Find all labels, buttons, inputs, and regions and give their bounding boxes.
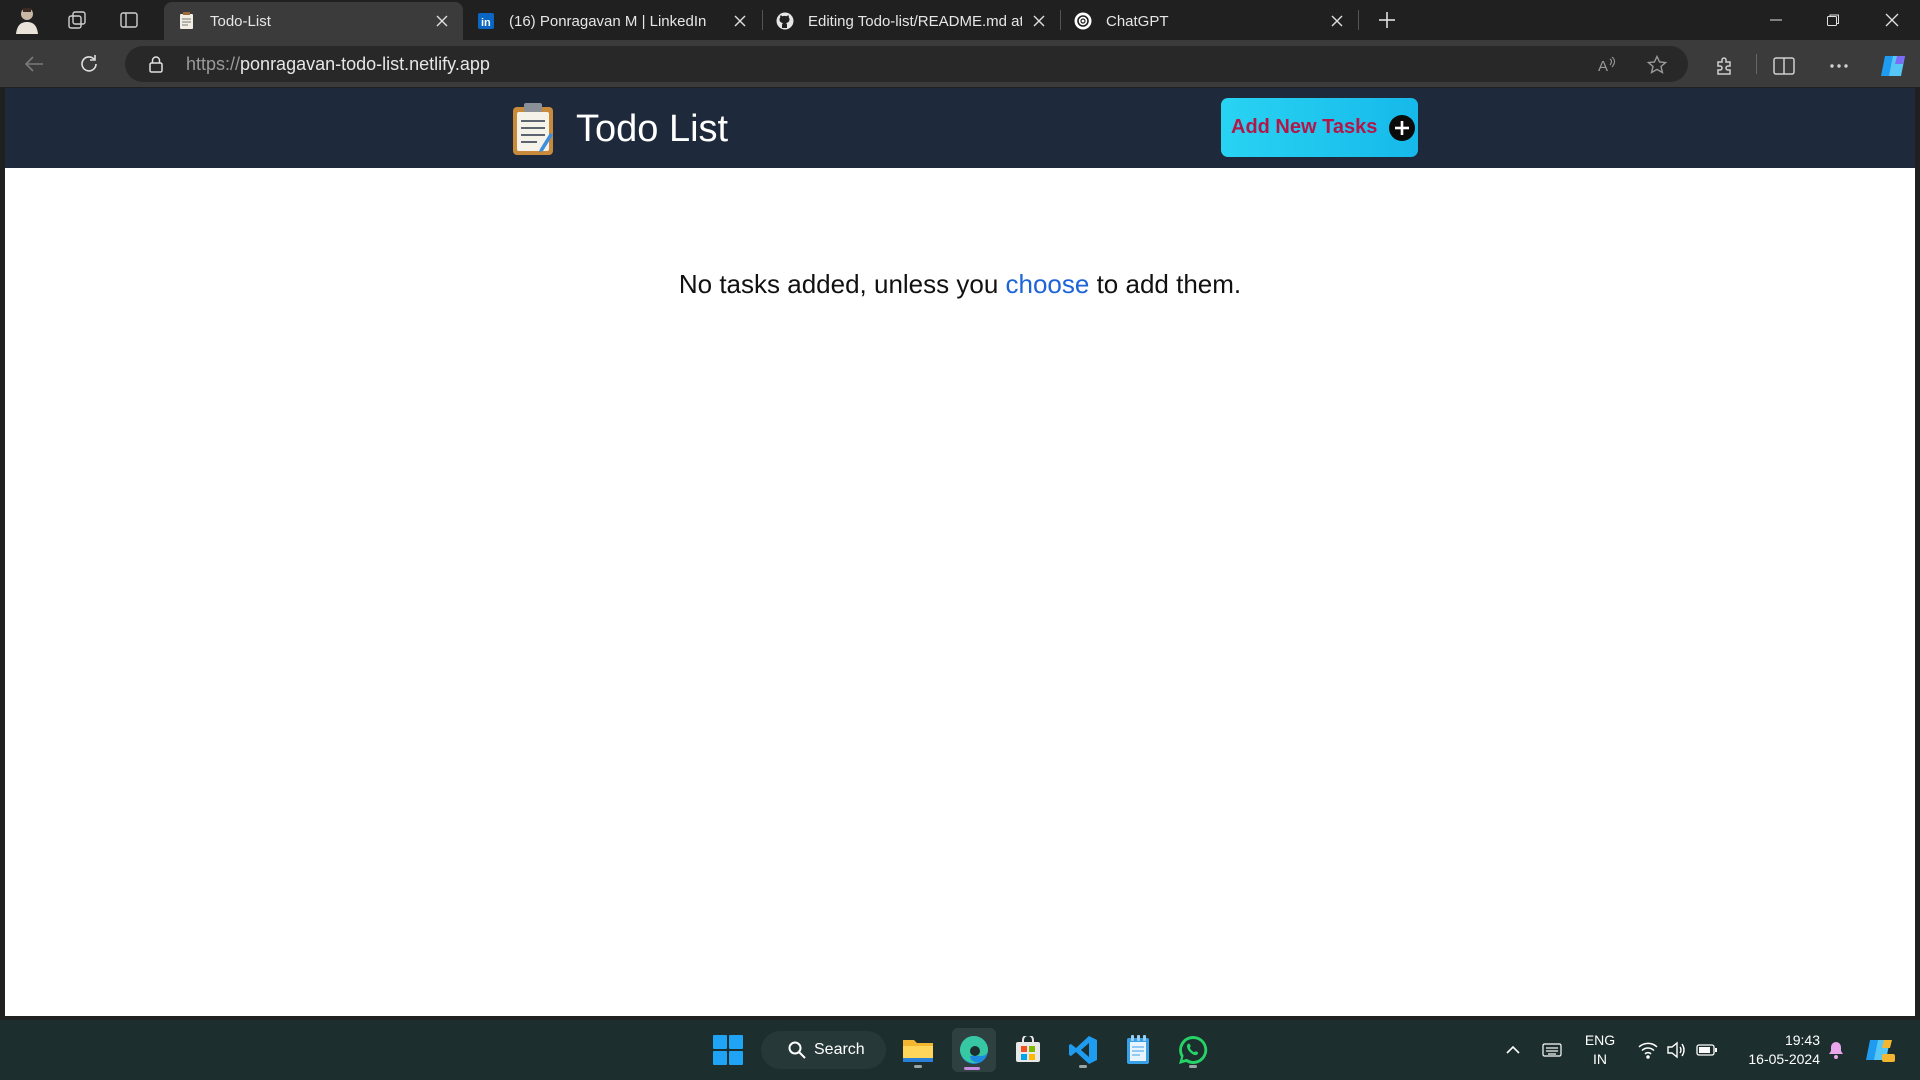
url-scheme: https:// [186, 54, 241, 74]
more-options-icon[interactable] [1827, 54, 1851, 78]
vertical-tabs-icon[interactable] [112, 4, 146, 36]
extensions-icon[interactable] [1713, 54, 1737, 78]
close-tab-icon[interactable] [731, 12, 749, 30]
windows-start-icon[interactable] [708, 1030, 748, 1070]
read-aloud-icon[interactable]: A [1597, 55, 1617, 75]
chatgpt-icon [1074, 12, 1092, 30]
profile-avatar[interactable] [10, 4, 44, 36]
empty-message-text: to add them. [1089, 269, 1242, 299]
linkedin-icon: in [477, 12, 495, 30]
tab-title: Todo-List [210, 12, 271, 30]
copilot-icon[interactable] [1879, 51, 1909, 81]
github-icon [776, 12, 794, 30]
browser-tab-bar: Todo-List in (16) Ponragavan M | LinkedI… [0, 0, 1920, 40]
active-indicator [964, 1067, 980, 1070]
choose-link[interactable]: choose [1006, 269, 1090, 299]
tab-separator [1358, 10, 1359, 30]
split-screen-icon[interactable] [1772, 54, 1796, 78]
running-indicator [914, 1065, 922, 1068]
chevron-up-icon[interactable] [1503, 1040, 1523, 1060]
svg-text:A: A [1598, 58, 1608, 75]
browser-toolbar: https://ponragavan-todo-list.netlify.app… [0, 40, 1920, 87]
volume-icon[interactable] [1666, 1040, 1686, 1060]
refresh-icon[interactable] [71, 46, 107, 82]
url-text: https://ponragavan-todo-list.netlify.app [186, 46, 490, 82]
language-indicator[interactable]: ENG IN [1580, 1031, 1620, 1069]
file-explorer-icon[interactable] [898, 1030, 938, 1070]
memo-icon [513, 103, 553, 155]
close-window-icon[interactable] [1864, 0, 1920, 40]
app-title: Todo List [576, 108, 729, 150]
tab-linkedin[interactable]: in (16) Ponragavan M | LinkedIn [463, 2, 761, 40]
clock-date: 16-05-2024 [1748, 1051, 1820, 1067]
back-icon[interactable] [16, 46, 52, 82]
running-indicator [1189, 1065, 1197, 1068]
toolbar-separator [1756, 54, 1757, 74]
lock-icon[interactable] [147, 55, 165, 73]
tab-github[interactable]: Editing Todo-list/README.md at [762, 2, 1060, 40]
running-indicator [1079, 1065, 1087, 1068]
microsoft-store-icon[interactable] [1008, 1030, 1048, 1070]
workspaces-icon[interactable] [60, 4, 94, 36]
search-label: Search [814, 1041, 865, 1058]
language-code: ENG [1584, 1032, 1616, 1048]
windows-taskbar: Search [0, 1020, 1920, 1080]
tab-todo-list[interactable]: Todo-List [164, 2, 463, 40]
memo-icon [178, 12, 196, 30]
vscode-icon[interactable] [1063, 1030, 1103, 1070]
edge-icon[interactable] [952, 1028, 996, 1072]
clock-time: 19:43 [1784, 1032, 1820, 1048]
restore-icon[interactable] [1805, 0, 1861, 40]
tab-title: Editing Todo-list/README.md at [808, 12, 1022, 30]
keyboard-icon[interactable] [1542, 1040, 1562, 1060]
close-tab-icon[interactable] [433, 12, 451, 30]
battery-icon[interactable] [1696, 1040, 1718, 1060]
taskbar-search-button[interactable]: Search [761, 1031, 886, 1069]
page-viewport: Todo List Add New Tasks No tasks added, … [5, 88, 1915, 1016]
new-tab-icon[interactable] [1370, 4, 1404, 36]
favorite-star-icon[interactable] [1647, 55, 1667, 75]
plus-circle-icon [1389, 114, 1416, 141]
tab-title: (16) Ponragavan M | LinkedIn [509, 12, 707, 30]
tab-title: ChatGPT [1106, 12, 1169, 30]
whatsapp-icon[interactable] [1173, 1030, 1213, 1070]
region-code: IN [1593, 1051, 1607, 1067]
app-header: Todo List Add New Tasks [5, 88, 1915, 168]
copilot-taskbar-icon[interactable] [1864, 1034, 1896, 1066]
tab-chatgpt[interactable]: ChatGPT [1060, 2, 1358, 40]
add-new-tasks-button[interactable]: Add New Tasks [1221, 98, 1418, 157]
search-icon [788, 1041, 806, 1059]
address-bar[interactable]: https://ponragavan-todo-list.netlify.app… [125, 46, 1688, 82]
system-clock[interactable]: 19:43 16-05-2024 [1726, 1031, 1820, 1069]
close-tab-icon[interactable] [1030, 12, 1048, 30]
empty-message-text: No tasks added, unless you [678, 269, 1006, 299]
notepad-icon[interactable] [1118, 1030, 1158, 1070]
wifi-icon[interactable] [1638, 1040, 1658, 1060]
notification-bell-icon[interactable] [1826, 1040, 1846, 1060]
close-tab-icon[interactable] [1328, 12, 1346, 30]
minimize-icon[interactable] [1748, 0, 1804, 40]
empty-state-message: No tasks added, unless you choose to add… [5, 269, 1915, 300]
svg-text:in: in [481, 17, 491, 29]
add-button-label: Add New Tasks [1231, 116, 1378, 138]
url-host: ponragavan-todo-list.netlify.app [240, 54, 490, 74]
